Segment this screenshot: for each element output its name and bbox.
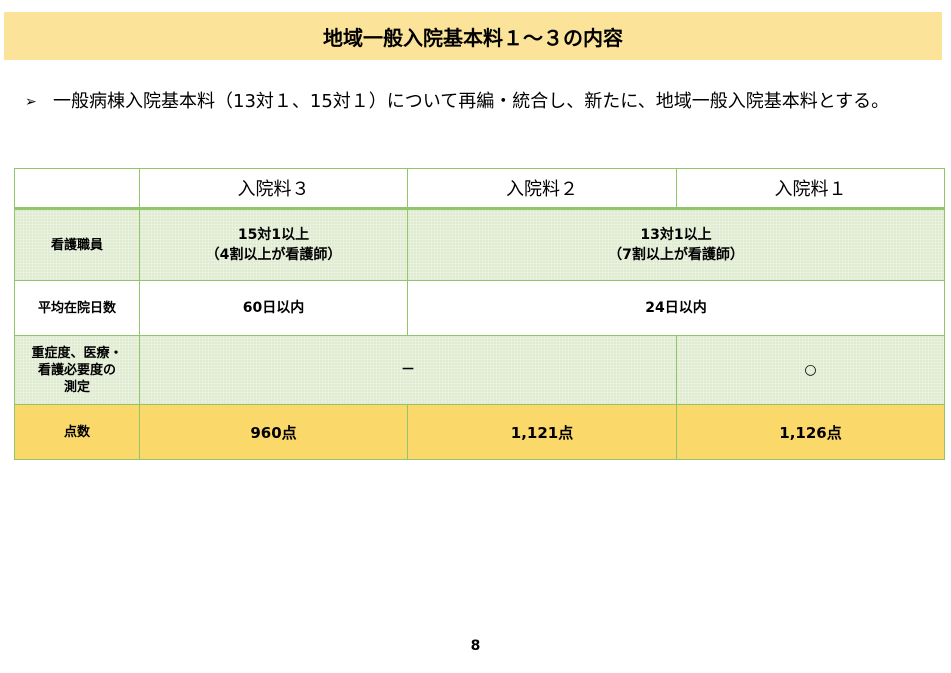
header-fee3: 入院料３ xyxy=(139,168,408,210)
measurement-label-line3: 測定 xyxy=(63,379,90,395)
comparison-table: 入院料３ 入院料２ 入院料１ 看護職員 15対1以上 （4割以上が看護師） 13… xyxy=(14,168,945,460)
nurses-fee12-note: （7割以上が看護師） xyxy=(608,247,744,263)
table-row-measurement: 重症度、医療・ 看護必要度の 測定 － ○ xyxy=(14,335,945,405)
nurses-fee12-ratio: 13対1以上 xyxy=(640,227,712,243)
nurses-fee3-ratio: 15対1以上 xyxy=(237,227,310,243)
bullet-paragraph: ➢ 一般病棟入院基本料（13対１、15対１）について再編・統合し、新たに、地域一… xyxy=(25,89,940,115)
score-fee3-cell: 960点 xyxy=(139,404,408,460)
avg-days-fee12-cell: 24日以内 xyxy=(407,280,945,336)
nurses-fee12-cell: 13対1以上 （7割以上が看護師） xyxy=(407,208,945,281)
page-title: 地域一般入院基本料１～３の内容 xyxy=(323,25,623,50)
row-label-score: 点数 xyxy=(14,404,140,460)
bullet-text: 一般病棟入院基本料（13対１、15対１）について再編・統合し、新たに、地域一般入… xyxy=(53,91,890,112)
table-row-nurses: 看護職員 15対1以上 （4割以上が看護師） 13対1以上 （7割以上が看護師） xyxy=(14,208,945,281)
row-label-measurement: 重症度、医療・ 看護必要度の 測定 xyxy=(14,335,140,405)
score-fee1-cell: 1,126点 xyxy=(676,404,945,460)
nurses-fee3-cell: 15対1以上 （4割以上が看護師） xyxy=(139,208,408,281)
measurement-fee1-cell: ○ xyxy=(676,335,945,405)
nurses-fee3-note: （4割以上が看護師） xyxy=(205,247,342,263)
header-fee1: 入院料１ xyxy=(676,168,945,210)
header-fee2: 入院料２ xyxy=(407,168,677,210)
row-label-nurses: 看護職員 xyxy=(14,208,140,281)
score-fee2-cell: 1,121点 xyxy=(407,404,677,460)
table-row-avg-days: 平均在院日数 60日以内 24日以内 xyxy=(14,280,945,336)
avg-days-fee3-cell: 60日以内 xyxy=(139,280,408,336)
table-header-row: 入院料３ 入院料２ 入院料１ xyxy=(14,168,945,210)
arrow-bullet-icon: ➢ xyxy=(25,94,37,110)
table-row-score: 点数 960点 1,121点 1,126点 xyxy=(14,404,945,460)
header-blank-cell xyxy=(14,168,140,210)
measurement-label-line2: 看護必要度の xyxy=(37,362,116,378)
page-number: 8 xyxy=(470,638,481,654)
measurement-fee32-cell: － xyxy=(139,335,677,405)
page-title-bar: 地域一般入院基本料１～３の内容 xyxy=(4,12,942,60)
measurement-label-line1: 重症度、医療・ xyxy=(31,345,123,361)
row-label-avg-days: 平均在院日数 xyxy=(14,280,140,336)
